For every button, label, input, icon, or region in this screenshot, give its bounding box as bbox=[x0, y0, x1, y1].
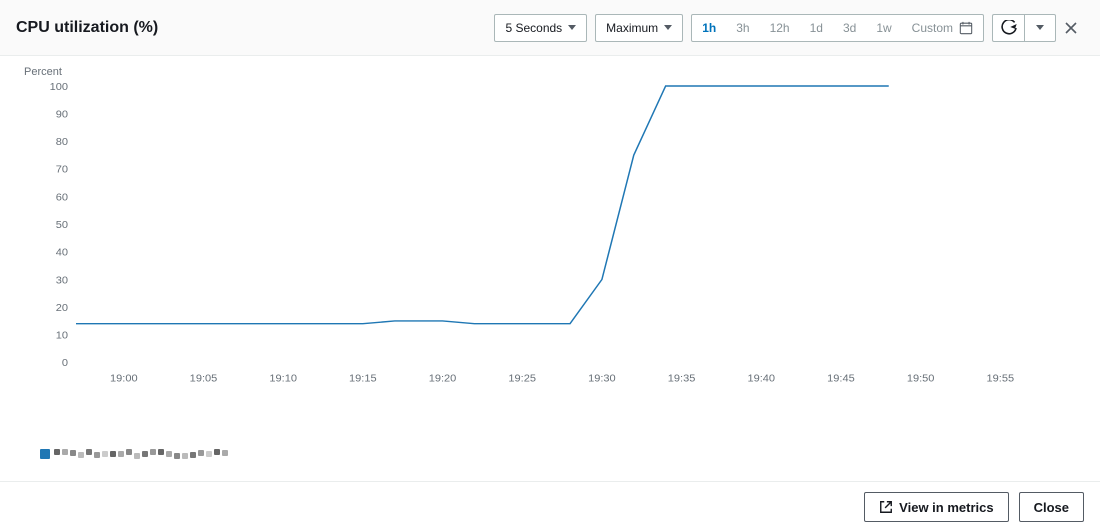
svg-text:20: 20 bbox=[56, 302, 68, 314]
period-select[interactable]: 5 Seconds bbox=[494, 14, 587, 42]
y-axis-label: Percent bbox=[24, 66, 62, 78]
range-custom[interactable]: Custom bbox=[902, 15, 983, 41]
svg-text:19:25: 19:25 bbox=[508, 373, 536, 385]
refresh-options-button[interactable] bbox=[1024, 14, 1056, 42]
close-button[interactable]: Close bbox=[1019, 492, 1084, 522]
chart-plot[interactable]: 010203040506070809010019:0019:0519:1019:… bbox=[76, 86, 1080, 391]
svg-text:19:55: 19:55 bbox=[987, 373, 1015, 385]
close-icon bbox=[1064, 21, 1078, 35]
svg-text:19:35: 19:35 bbox=[668, 373, 696, 385]
range-custom-label: Custom bbox=[912, 21, 953, 35]
header-controls: 5 Seconds Maximum 1h 3h 12h 1d 3d 1w Cus… bbox=[494, 14, 1084, 42]
time-range-bar: 1h 3h 12h 1d 3d 1w Custom bbox=[691, 14, 984, 42]
svg-text:19:50: 19:50 bbox=[907, 373, 935, 385]
range-1h[interactable]: 1h bbox=[692, 15, 726, 41]
range-1w[interactable]: 1w bbox=[866, 15, 901, 41]
external-link-icon bbox=[879, 500, 893, 514]
refresh-icon bbox=[1001, 20, 1017, 36]
svg-text:30: 30 bbox=[56, 275, 68, 287]
svg-text:10: 10 bbox=[56, 330, 68, 342]
svg-text:90: 90 bbox=[56, 109, 68, 121]
statistic-select[interactable]: Maximum bbox=[595, 14, 683, 42]
calendar-icon bbox=[959, 21, 973, 35]
metric-panel: CPU utilization (%) 5 Seconds Maximum 1h… bbox=[0, 0, 1100, 532]
legend-redacted bbox=[54, 451, 228, 457]
range-1d[interactable]: 1d bbox=[800, 15, 833, 41]
panel-header: CPU utilization (%) 5 Seconds Maximum 1h… bbox=[0, 0, 1100, 56]
close-panel-button[interactable] bbox=[1064, 21, 1084, 35]
range-3d[interactable]: 3d bbox=[833, 15, 866, 41]
svg-text:50: 50 bbox=[56, 219, 68, 231]
svg-text:70: 70 bbox=[56, 164, 68, 176]
svg-text:19:00: 19:00 bbox=[110, 373, 138, 385]
svg-text:19:05: 19:05 bbox=[190, 373, 218, 385]
range-12h[interactable]: 12h bbox=[760, 15, 800, 41]
caret-down-icon bbox=[1036, 25, 1044, 30]
legend-color-swatch bbox=[40, 449, 50, 459]
svg-text:0: 0 bbox=[62, 357, 68, 369]
chart-area: Percent 0 10 20 30 40 50 60 70 80 90 100 19:00 19:05… bbox=[0, 56, 1100, 482]
panel-footer: View in metrics Close bbox=[0, 482, 1100, 532]
refresh-button[interactable] bbox=[992, 14, 1024, 42]
svg-text:19:30: 19:30 bbox=[588, 373, 616, 385]
svg-text:19:20: 19:20 bbox=[429, 373, 457, 385]
caret-down-icon bbox=[568, 25, 576, 30]
svg-text:19:45: 19:45 bbox=[827, 373, 855, 385]
svg-text:80: 80 bbox=[56, 136, 68, 148]
close-label: Close bbox=[1034, 500, 1069, 515]
panel-title: CPU utilization (%) bbox=[16, 19, 158, 37]
svg-text:19:10: 19:10 bbox=[269, 373, 297, 385]
view-in-metrics-button[interactable]: View in metrics bbox=[864, 492, 1008, 522]
range-3h[interactable]: 3h bbox=[726, 15, 759, 41]
view-in-metrics-label: View in metrics bbox=[899, 500, 993, 515]
refresh-group bbox=[992, 14, 1056, 42]
svg-text:40: 40 bbox=[56, 247, 68, 259]
svg-text:60: 60 bbox=[56, 192, 68, 204]
chart-legend bbox=[40, 449, 228, 459]
svg-text:100: 100 bbox=[50, 81, 68, 93]
statistic-label: Maximum bbox=[606, 21, 658, 35]
svg-text:19:40: 19:40 bbox=[747, 373, 775, 385]
caret-down-icon bbox=[664, 25, 672, 30]
svg-text:19:15: 19:15 bbox=[349, 373, 377, 385]
period-label: 5 Seconds bbox=[505, 21, 562, 35]
